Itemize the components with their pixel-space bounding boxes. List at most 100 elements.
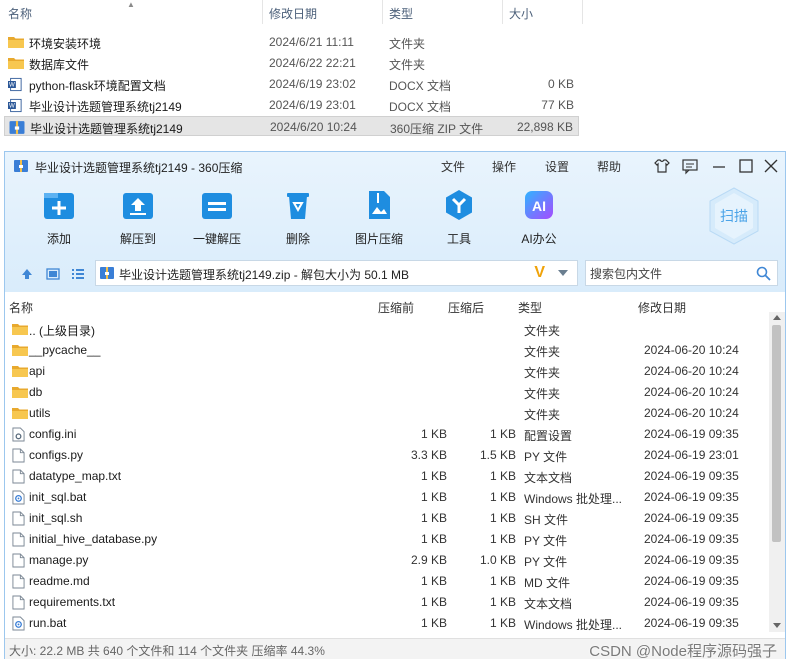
file-row-name: manage.py <box>29 553 89 567</box>
explorer-col-size[interactable]: 大小 <box>509 5 533 22</box>
explorer-col-date[interactable]: 修改日期 <box>269 5 317 22</box>
explorer-row[interactable]: W 毕业设计选题管理系统tj2149 2024/6/19 23:01 DOCX 文档 7… <box>4 95 579 115</box>
explorer-row[interactable]: 数据库文件 2024/6/22 22:21 文件夹 <box>4 53 579 73</box>
window-title: 毕业设计选题管理系统tj2149 - 360压缩 <box>35 161 243 175</box>
svg-text:W: W <box>9 82 15 89</box>
minimize-icon[interactable] <box>710 157 728 175</box>
file-row-compressed-size: 1 KB <box>489 469 516 483</box>
file-row-original-size: 1 KB <box>420 574 447 588</box>
file-row[interactable]: api 文件夹 2024-06-20 10:24 <box>5 360 770 381</box>
folder-icon <box>12 343 28 358</box>
delete-button[interactable]: 删除 <box>263 188 333 247</box>
file-icon <box>12 595 26 610</box>
close-icon[interactable] <box>762 157 780 175</box>
explorer-row-date: 2024/6/22 22:21 <box>269 56 356 70</box>
explorer-row[interactable]: Wpython-flask环境配置文档 2024/6/19 23:02 DOCX 文… <box>4 74 579 94</box>
watermark: CSDN @Node程序源码强子 <box>589 643 777 660</box>
folder-icon <box>8 56 24 70</box>
path-text: 毕业设计选题管理系统tj2149.zip - 解包大小为 50.1 MB <box>119 268 410 282</box>
file-row-date: 2024-06-19 09:35 <box>644 595 739 609</box>
scan-button[interactable]: 扫描 <box>707 186 761 246</box>
file-row-date: 2024-06-19 09:35 <box>644 574 739 588</box>
explorer-col-type[interactable]: 类型 <box>389 5 413 22</box>
col-name[interactable]: 名称 <box>9 299 33 316</box>
file-row[interactable]: init_sql.bat 1 KB 1 KB Windows 批处理... 2024-0… <box>5 486 770 507</box>
one-click-extract-icon <box>202 193 232 219</box>
col-modified[interactable]: 修改日期 <box>638 299 686 316</box>
file-row[interactable]: .. (上级目录) 文件夹 <box>5 318 770 339</box>
file-row[interactable]: manage.py 2.9 KB 1.0 KB PY 文件 2024-06-19 09:… <box>5 549 770 570</box>
file-row[interactable]: init_sql.sh 1 KB 1 KB SH 文件 2024-06-19 09:35 <box>5 507 770 528</box>
col-type[interactable]: 类型 <box>518 299 542 316</box>
file-row-type: 文件夹 <box>524 408 561 422</box>
explorer-header: ▲ 名称 修改日期 类型 大小 <box>0 0 585 26</box>
file-row[interactable]: initial_hive_database.py 1 KB 1 KB PY 文件 202… <box>5 528 770 549</box>
col-original-size[interactable]: 压缩前 <box>378 299 414 316</box>
explorer-row[interactable]: 环境安装环境 2024/6/21 11:11 文件夹 <box>4 32 579 52</box>
scroll-down-icon[interactable] <box>773 623 781 628</box>
file-icon <box>12 511 26 526</box>
file-icon <box>12 469 26 484</box>
tools-label: 工具 <box>446 232 471 246</box>
verified-icon[interactable]: V <box>534 264 545 282</box>
file-row-compressed-size: 1.5 KB <box>479 448 516 462</box>
explorer-row-type: 360压缩 ZIP 文件 <box>390 122 484 136</box>
search-input[interactable] <box>588 264 752 284</box>
file-row-date: 2024-06-19 09:35 <box>644 553 739 567</box>
file-row-date: 2024-06-19 09:35 <box>644 511 739 525</box>
file-row[interactable]: utils 文件夹 2024-06-20 10:24 <box>5 402 770 423</box>
search-icon[interactable] <box>756 266 771 281</box>
file-row[interactable]: configs.py 3.3 KB 1.5 KB PY 文件 2024-06-19 23… <box>5 444 770 465</box>
file-row[interactable]: run.bat 1 KB 1 KB Windows 批处理... 2024-06-19 … <box>5 612 770 633</box>
file-row-name: .. (上级目录) <box>29 324 95 338</box>
explorer-col-name[interactable]: 名称 <box>8 5 32 22</box>
file-row-date: 2024-06-19 09:35 <box>644 427 739 441</box>
maximize-icon[interactable] <box>737 157 755 175</box>
file-row[interactable]: requirements.txt 1 KB 1 KB 文本文档 2024-06-19 0… <box>5 591 770 612</box>
file-row-compressed-size: 1 KB <box>489 574 516 588</box>
explorer-row[interactable]: 毕业设计选题管理系统tj2149 2024/6/20 10:24 360压缩 ZIP… <box>4 116 579 136</box>
batch-file-icon <box>12 490 26 505</box>
col-compressed-size[interactable]: 压缩后 <box>448 299 484 316</box>
file-row[interactable]: db 文件夹 2024-06-20 10:24 <box>5 381 770 402</box>
path-dropdown-icon[interactable] <box>558 270 568 276</box>
vertical-scrollbar[interactable] <box>769 312 785 632</box>
menu-help[interactable]: 帮助 <box>597 158 621 175</box>
feedback-icon[interactable] <box>681 157 699 175</box>
menu-operate[interactable]: 操作 <box>492 158 516 175</box>
thumbnail-view-icon[interactable] <box>46 267 60 281</box>
explorer-row-type: 文件夹 <box>389 37 426 51</box>
file-row[interactable]: __pycache__ 文件夹 2024-06-20 10:24 <box>5 339 770 360</box>
explorer-row-date: 2024/6/19 23:01 <box>269 98 356 112</box>
file-row[interactable]: datatype_map.txt 1 KB 1 KB 文本文档 2024-06-19 0… <box>5 465 770 486</box>
one-click-extract-button[interactable]: 一键解压 <box>182 188 252 247</box>
scroll-up-icon[interactable] <box>773 315 781 320</box>
up-level-icon[interactable] <box>20 267 34 281</box>
file-row-original-size: 1 KB <box>420 616 447 630</box>
file-row-original-size: 1 KB <box>420 490 447 504</box>
extract-to-button[interactable]: 解压到 <box>103 188 173 247</box>
explorer-row-name: 毕业设计选题管理系统tj2149 <box>30 122 183 136</box>
folder-icon <box>12 364 28 379</box>
menu-file[interactable]: 文件 <box>441 158 465 175</box>
file-row-name: readme.md <box>29 574 90 588</box>
file-row-name: initial_hive_database.py <box>29 532 158 546</box>
file-row-type: 文件夹 <box>524 324 561 338</box>
zip-archive-icon <box>9 120 25 134</box>
svg-text:W: W <box>9 103 15 110</box>
explorer-row-date: 2024/6/20 10:24 <box>270 120 357 134</box>
file-row[interactable]: readme.md 1 KB 1 KB MD 文件 2024-06-19 09:35 <box>5 570 770 591</box>
path-box[interactable]: 毕业设计选题管理系统tj2149.zip - 解包大小为 50.1 MB V <box>95 260 578 286</box>
menu-settings[interactable]: 设置 <box>545 158 569 175</box>
tools-button[interactable]: 工具 <box>424 188 494 247</box>
explorer-row-size: 22,898 KB <box>516 120 573 134</box>
list-view-icon[interactable] <box>71 267 85 281</box>
explorer-row-name: 毕业设计选题管理系统tj2149 <box>29 100 182 114</box>
skin-shirt-icon[interactable] <box>653 157 671 175</box>
add-button[interactable]: 添加 <box>24 188 94 247</box>
title-bar: 毕业设计选题管理系统tj2149 - 360压缩 文件 操作 设置 帮助 <box>5 152 785 180</box>
scroll-thumb[interactable] <box>772 325 781 542</box>
ai-office-button[interactable]: AI AI办公 <box>504 188 574 247</box>
file-row[interactable]: config.ini 1 KB 1 KB 配置设置 2024-06-19 09:35 <box>5 423 770 444</box>
image-compress-button[interactable]: 图片压缩 <box>344 188 414 247</box>
